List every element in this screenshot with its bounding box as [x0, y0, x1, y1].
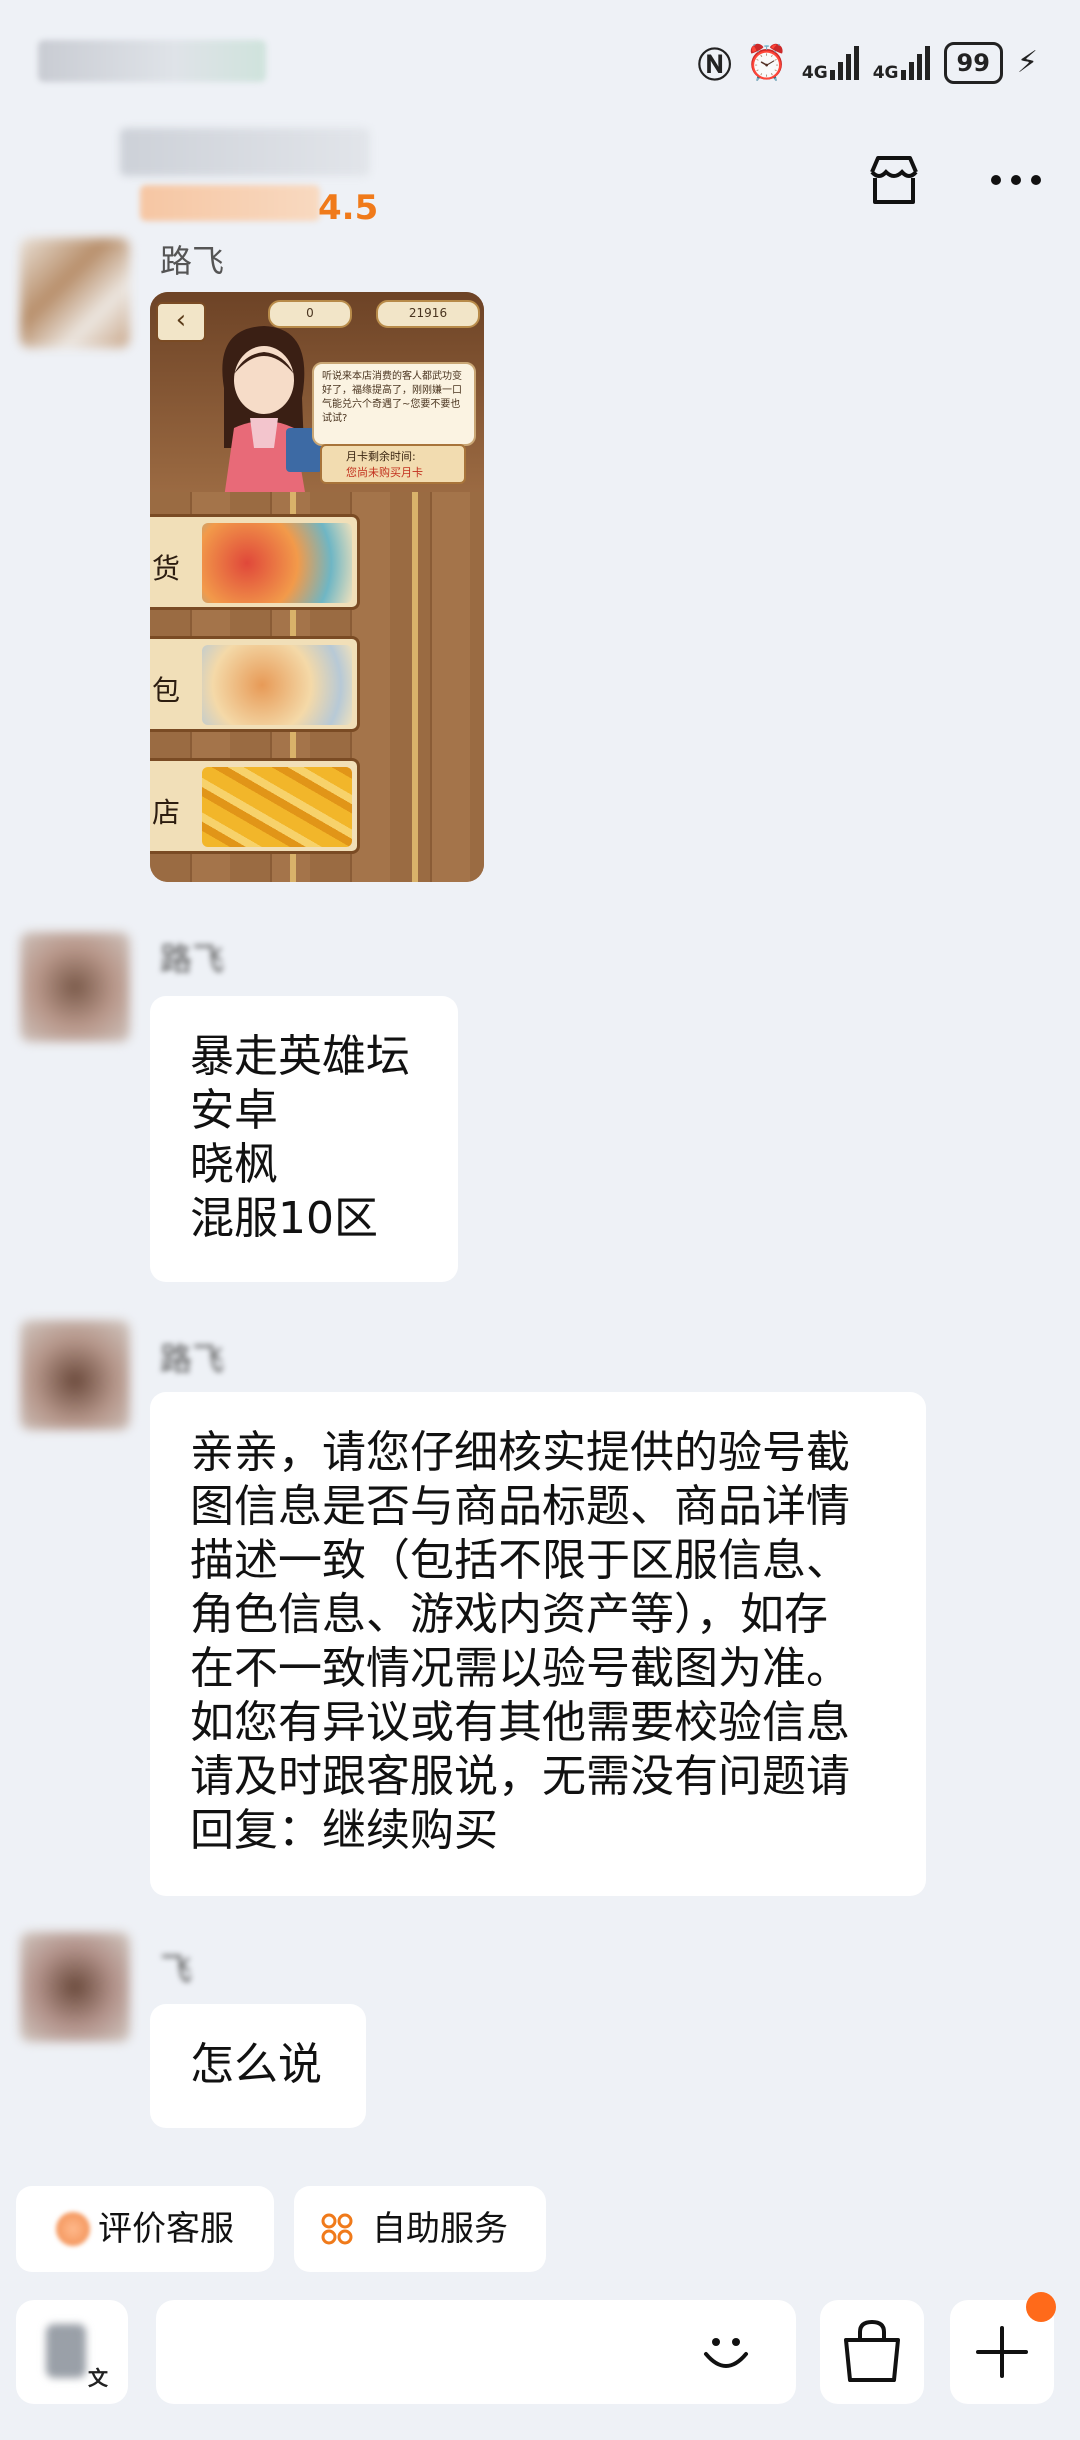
game-goods-art: [202, 523, 352, 603]
alarm-icon: ⏰: [745, 42, 788, 83]
shop-name-blurred[interactable]: [120, 128, 370, 176]
charging-icon: ⚡: [1016, 45, 1038, 80]
message-line: 晓枫: [190, 1139, 278, 1190]
message-line: 图信息是否与商品标题、商品详情: [190, 1481, 850, 1532]
message-line: 如您有异议或有其他需要校验信息: [190, 1697, 850, 1748]
voice-to-text-button[interactable]: 文: [16, 2300, 128, 2404]
game-shop-row: 店: [150, 758, 360, 854]
emoji-icon[interactable]: [696, 2322, 756, 2382]
message-line: 角色信息、游戏内资产等），如存: [190, 1589, 828, 1640]
more-options-icon[interactable]: [988, 170, 1044, 190]
game-row-label: 货: [152, 552, 181, 585]
sender-name: 飞: [160, 1950, 193, 1988]
battery-indicator: 99: [943, 41, 1003, 84]
rate-service-button[interactable]: 评价客服: [16, 2186, 274, 2272]
more-actions-button[interactable]: [950, 2292, 1056, 2404]
game-row-label: 包: [152, 674, 181, 707]
avatar[interactable]: [20, 238, 130, 348]
self-service-label: 自助服务: [372, 2209, 508, 2249]
message-line: 请及时跟客服说，无需没有问题请: [190, 1751, 850, 1802]
message-line: 回复：继续购买: [190, 1805, 498, 1856]
message-line: 在不一致情况需以验号截图为准。: [190, 1643, 850, 1694]
message-line: 安卓: [190, 1085, 278, 1136]
message-line: 混服10区: [190, 1193, 378, 1244]
sender-name: 路飞: [160, 940, 225, 978]
voice-icon-blurred: [46, 2324, 86, 2378]
store-icon[interactable]: [864, 150, 924, 210]
message-bubble[interactable]: 暴走英雄坛 安卓 晓枫 混服10区: [150, 996, 458, 1282]
message-input[interactable]: [156, 2300, 796, 2404]
message-line: 暴走英雄坛: [190, 1031, 410, 1082]
message-bubble[interactable]: 怎么说: [150, 2004, 366, 2128]
network-type-1: 4G: [801, 62, 828, 83]
sender-name: 路飞: [160, 1340, 225, 1378]
game-shop-row: 包: [150, 636, 360, 732]
message-line: 怎么说: [190, 2039, 322, 2090]
avatar[interactable]: [20, 1320, 130, 1430]
message-bubble[interactable]: 亲亲，请您仔细核实提供的验号截 图信息是否与商品标题、商品详情 描述一致（包括不…: [150, 1392, 926, 1896]
message-image[interactable]: ‹ 0 21916 听说来本店消费的客人都武功变好了，福缘提高了，刚刚嫌一口气能…: [150, 292, 484, 882]
shopping-bag-button[interactable]: [820, 2300, 924, 2404]
game-month-card: 月卡剩余时间: 您尚未购买月卡: [320, 444, 466, 484]
game-dialog-text: 听说来本店消费的客人都武功变好了，福缘提高了，刚刚嫌一口气能兑六个奇遇了~您要不…: [312, 362, 476, 446]
signal-2: 4G: [872, 45, 930, 83]
game-gems: 21916: [376, 300, 480, 328]
signal-bars-icon: [900, 45, 930, 80]
notification-dot: [1026, 2292, 1056, 2322]
signal-bars-icon: [829, 45, 859, 80]
shop-subtitle-blurred: [140, 185, 320, 221]
shopping-bag-icon: [844, 2319, 900, 2382]
game-rope: [412, 492, 418, 882]
message-line: 亲亲，请您仔细核实提供的验号截: [190, 1427, 850, 1478]
sender-name: 路飞: [160, 242, 225, 280]
avatar[interactable]: [20, 1932, 130, 2042]
month-card-value: 您尚未购买月卡: [346, 466, 423, 479]
message-line: 描述一致（包括不限于区服信息、: [190, 1535, 850, 1586]
network-type-2: 4G: [872, 62, 899, 83]
nfc-icon: Ⓝ: [697, 46, 732, 86]
game-shop-row: 货: [150, 514, 360, 610]
game-row-label: 店: [152, 796, 181, 829]
game-gold-art: [202, 767, 352, 847]
shop-rating: 4.5: [318, 188, 379, 228]
voice-label: 文: [88, 2366, 108, 2390]
month-card-title: 月卡剩余时间:: [346, 450, 416, 463]
self-service-button[interactable]: 自助服务: [294, 2186, 546, 2272]
status-bar-blurred-time: [38, 40, 266, 82]
avatar[interactable]: [20, 932, 130, 1042]
rate-service-label: 评价客服: [98, 2209, 234, 2249]
rate-icon: [56, 2212, 90, 2246]
game-pack-art: [202, 645, 352, 725]
signal-1: 4G: [801, 45, 859, 83]
grid-icon: [321, 2213, 353, 2245]
status-bar-icons: Ⓝ ⏰ 4G 4G 99 ⚡: [698, 38, 1038, 87]
